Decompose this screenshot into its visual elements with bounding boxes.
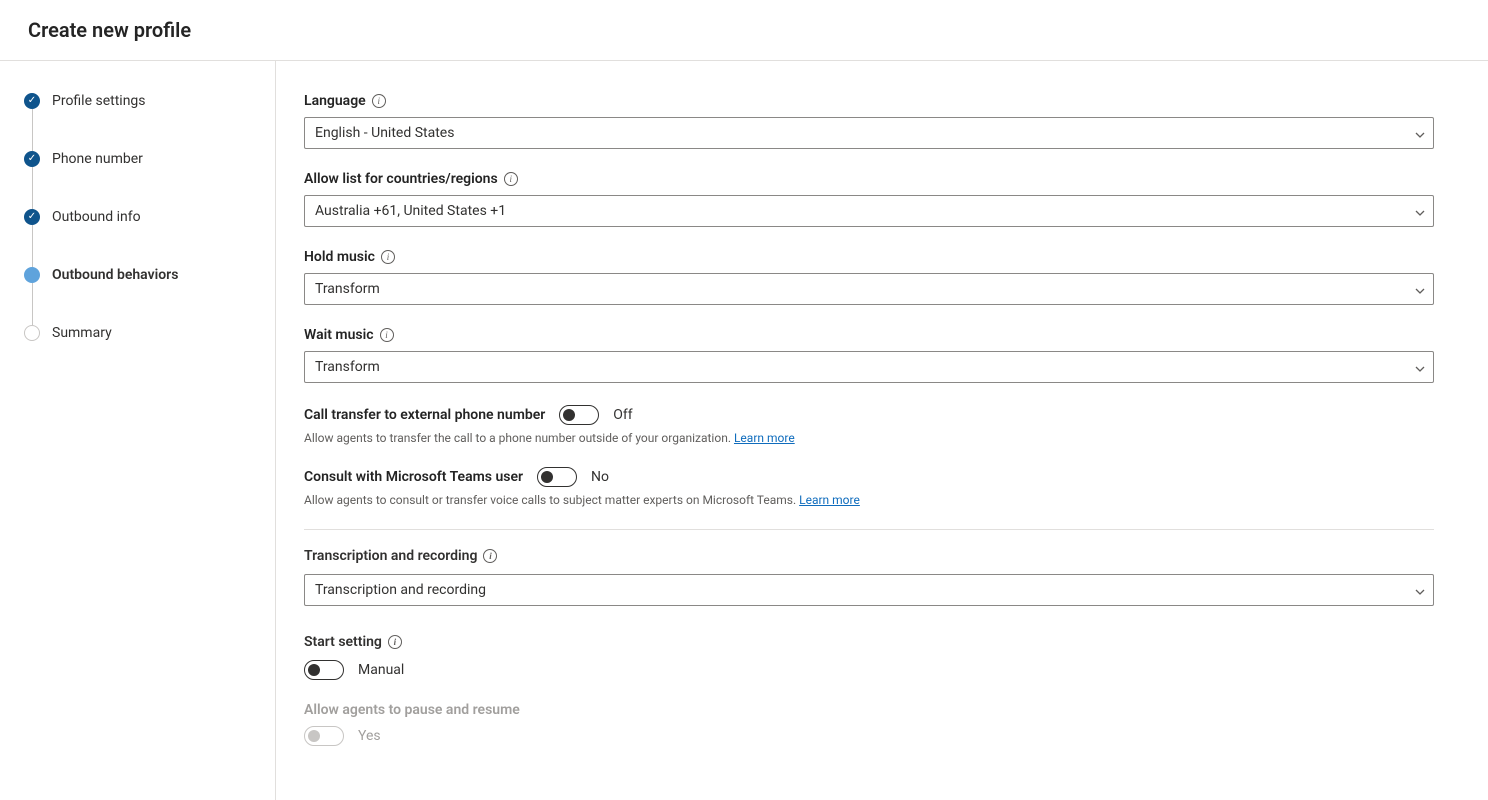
field-transcription: Transcription and recording i Transcript… xyxy=(304,548,1434,606)
pause-resume-toggle xyxy=(304,726,344,746)
info-icon[interactable]: i xyxy=(388,635,402,649)
help-text: Allow agents to consult or transfer voic… xyxy=(304,493,1434,507)
wizard-sidebar: ✓ Profile settings ✓ Phone number ✓ Outb… xyxy=(0,61,276,800)
field-hold-music: Hold music i Transform xyxy=(304,249,1434,305)
field-label: Consult with Microsoft Teams user xyxy=(304,469,523,485)
field-label-row: Wait music i xyxy=(304,327,1434,343)
select-value: English - United States xyxy=(315,125,454,141)
form-main: Language i English - United States Allow… xyxy=(276,61,1488,800)
field-pause-resume: Allow agents to pause and resume Yes xyxy=(304,702,1434,746)
step-profile-settings[interactable]: ✓ Profile settings xyxy=(24,93,275,151)
step-status-icon: ✓ xyxy=(24,93,40,109)
info-icon[interactable]: i xyxy=(380,328,394,342)
content-layout: ✓ Profile settings ✓ Phone number ✓ Outb… xyxy=(0,61,1488,800)
toggle-state: Yes xyxy=(358,728,381,744)
toggle-row: Manual xyxy=(304,660,1434,680)
step-status-icon xyxy=(24,267,40,283)
select-value: Transform xyxy=(315,281,380,297)
step-connector xyxy=(32,283,33,325)
learn-more-link[interactable]: Learn more xyxy=(734,431,795,445)
field-consult-teams: Consult with Microsoft Teams user No All… xyxy=(304,467,1434,507)
field-label: Language xyxy=(304,93,366,109)
section-divider xyxy=(304,529,1434,530)
allowlist-select[interactable]: Australia +61, United States +1 xyxy=(304,195,1434,227)
field-start-setting: Start setting i Manual xyxy=(304,634,1434,680)
hold-music-select[interactable]: Transform xyxy=(304,273,1434,305)
step-connector xyxy=(32,225,33,267)
page-header: Create new profile xyxy=(0,0,1488,61)
field-label-row: Allow list for countries/regions i xyxy=(304,171,1434,187)
step-label: Profile settings xyxy=(52,93,146,109)
info-icon[interactable]: i xyxy=(372,94,386,108)
consult-teams-toggle[interactable] xyxy=(537,467,577,487)
step-connector xyxy=(32,109,33,151)
step-summary[interactable]: Summary xyxy=(24,325,275,383)
select-value: Transcription and recording xyxy=(315,582,486,598)
field-label: Transcription and recording xyxy=(304,548,477,564)
field-allowlist: Allow list for countries/regions i Austr… xyxy=(304,171,1434,227)
info-icon[interactable]: i xyxy=(381,250,395,264)
field-label: Allow list for countries/regions xyxy=(304,171,498,187)
step-connector xyxy=(32,167,33,209)
select-value: Transform xyxy=(315,359,380,375)
section-title: Start setting i xyxy=(304,634,1434,650)
section-title: Transcription and recording i xyxy=(304,548,1434,564)
wait-music-select[interactable]: Transform xyxy=(304,351,1434,383)
step-label: Outbound info xyxy=(52,209,141,225)
toggle-state: Off xyxy=(613,407,632,423)
chevron-down-icon xyxy=(1415,284,1425,294)
learn-more-link[interactable]: Learn more xyxy=(799,493,860,507)
call-transfer-toggle[interactable] xyxy=(559,405,599,425)
field-label: Start setting xyxy=(304,634,382,650)
select-value: Australia +61, United States +1 xyxy=(315,203,506,219)
language-select[interactable]: English - United States xyxy=(304,117,1434,149)
page-title: Create new profile xyxy=(28,18,1460,42)
toggle-row: Call transfer to external phone number O… xyxy=(304,405,1434,425)
toggle-state: Manual xyxy=(358,662,404,678)
step-label: Summary xyxy=(52,325,112,341)
field-label: Call transfer to external phone number xyxy=(304,407,545,423)
field-label-disabled: Allow agents to pause and resume xyxy=(304,702,1434,718)
help-description: Allow agents to transfer the call to a p… xyxy=(304,431,731,445)
step-status-icon: ✓ xyxy=(24,209,40,225)
field-label: Wait music xyxy=(304,327,374,343)
field-label: Hold music xyxy=(304,249,375,265)
info-icon[interactable]: i xyxy=(483,549,497,563)
chevron-down-icon xyxy=(1415,128,1425,138)
wizard-steps: ✓ Profile settings ✓ Phone number ✓ Outb… xyxy=(24,93,275,383)
step-phone-number[interactable]: ✓ Phone number xyxy=(24,151,275,209)
step-status-icon: ✓ xyxy=(24,151,40,167)
field-label-row: Hold music i xyxy=(304,249,1434,265)
toggle-row: Consult with Microsoft Teams user No xyxy=(304,467,1434,487)
help-text: Allow agents to transfer the call to a p… xyxy=(304,431,1434,445)
chevron-down-icon xyxy=(1415,206,1425,216)
field-call-transfer: Call transfer to external phone number O… xyxy=(304,405,1434,445)
field-wait-music: Wait music i Transform xyxy=(304,327,1434,383)
info-icon[interactable]: i xyxy=(504,172,518,186)
help-description: Allow agents to consult or transfer voic… xyxy=(304,493,796,507)
field-language: Language i English - United States xyxy=(304,93,1434,149)
start-setting-toggle[interactable] xyxy=(304,660,344,680)
chevron-down-icon xyxy=(1415,362,1425,372)
step-outbound-info[interactable]: ✓ Outbound info xyxy=(24,209,275,267)
step-outbound-behaviors[interactable]: Outbound behaviors xyxy=(24,267,275,325)
toggle-row: Yes xyxy=(304,726,1434,746)
step-label: Outbound behaviors xyxy=(52,267,178,283)
toggle-state: No xyxy=(591,469,609,485)
step-status-icon xyxy=(24,325,40,341)
field-label-row: Language i xyxy=(304,93,1434,109)
chevron-down-icon xyxy=(1415,585,1425,595)
step-label: Phone number xyxy=(52,151,143,167)
transcription-select[interactable]: Transcription and recording xyxy=(304,574,1434,606)
